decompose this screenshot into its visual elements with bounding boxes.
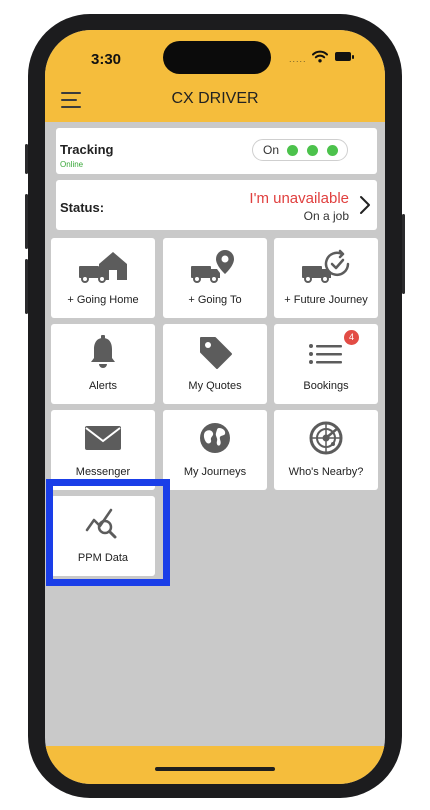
tile-future-journey[interactable]: + Future Journey <box>274 238 378 318</box>
bell-icon <box>51 334 155 374</box>
tile-label: Bookings <box>303 380 349 392</box>
phone-side-button <box>25 144 28 174</box>
tracking-indicator-dot <box>287 145 298 156</box>
status-card[interactable]: Status: I'm unavailable On a job <box>56 180 377 230</box>
chart-search-icon <box>51 506 155 546</box>
truck-clock-check-icon <box>274 248 378 288</box>
wifi-icon <box>312 50 328 63</box>
tile-label: Who's Nearby? <box>288 466 364 478</box>
truck-pin-icon <box>163 248 267 288</box>
tile-my-quotes[interactable]: My Quotes <box>163 324 267 404</box>
tile-label: + Going Home <box>67 294 139 306</box>
list-icon <box>274 334 378 374</box>
home-indicator[interactable] <box>155 767 275 771</box>
tile-messenger[interactable]: Messenger <box>51 410 155 490</box>
tile-label: My Journeys <box>183 466 247 478</box>
cellular-signal-icon: ..... <box>289 54 307 64</box>
chevron-right-icon <box>360 196 370 214</box>
tracking-online-status: Online <box>60 160 84 169</box>
status-availability: I'm unavailable <box>249 190 349 207</box>
truck-home-icon <box>51 248 155 288</box>
radar-icon <box>274 420 378 460</box>
app-title: CX DRIVER <box>171 90 259 107</box>
tile-label: + Future Journey <box>284 294 368 306</box>
tracking-label: Tracking <box>60 142 114 157</box>
battery-icon <box>335 52 354 61</box>
tile-label: My Quotes <box>188 380 242 392</box>
tile-going-home[interactable]: + Going Home <box>51 238 155 318</box>
tile-label: PPM Data <box>77 552 129 564</box>
tile-ppm-data[interactable]: PPM Data <box>51 496 155 576</box>
tag-icon <box>163 334 267 374</box>
tile-label: + Going To <box>188 294 242 306</box>
globe-icon <box>163 420 267 460</box>
tracking-toggle-label: On <box>263 143 280 157</box>
tile-whos-nearby[interactable]: Who's Nearby? <box>274 410 378 490</box>
status-time: 3:30 <box>91 51 122 68</box>
tile-bookings[interactable]: 4 Bookings <box>274 324 378 404</box>
phone-side-button <box>402 214 405 294</box>
app-screen: 3:30 ..... CX DRIVER Tracking Online On <box>45 30 385 784</box>
bookings-count-badge: 4 <box>344 330 359 345</box>
status-label: Status: <box>60 200 105 215</box>
tracking-indicator-dot <box>307 145 318 156</box>
tile-alerts[interactable]: Alerts <box>51 324 155 404</box>
top-bar: 3:30 ..... CX DRIVER <box>45 30 385 122</box>
phone-side-button <box>25 259 28 314</box>
phone-side-button <box>25 194 28 249</box>
tile-label: Messenger <box>75 466 131 478</box>
dynamic-island <box>163 41 271 74</box>
tracking-toggle[interactable]: On <box>252 139 348 161</box>
tracking-indicator-dot <box>327 145 338 156</box>
status-detail: On a job <box>303 209 349 223</box>
tile-label: Alerts <box>88 380 118 392</box>
tile-my-journeys[interactable]: My Journeys <box>163 410 267 490</box>
tracking-card: Tracking Online On <box>56 128 377 174</box>
bottom-bar <box>45 746 385 784</box>
envelope-icon <box>51 420 155 460</box>
tile-going-to[interactable]: + Going To <box>163 238 267 318</box>
